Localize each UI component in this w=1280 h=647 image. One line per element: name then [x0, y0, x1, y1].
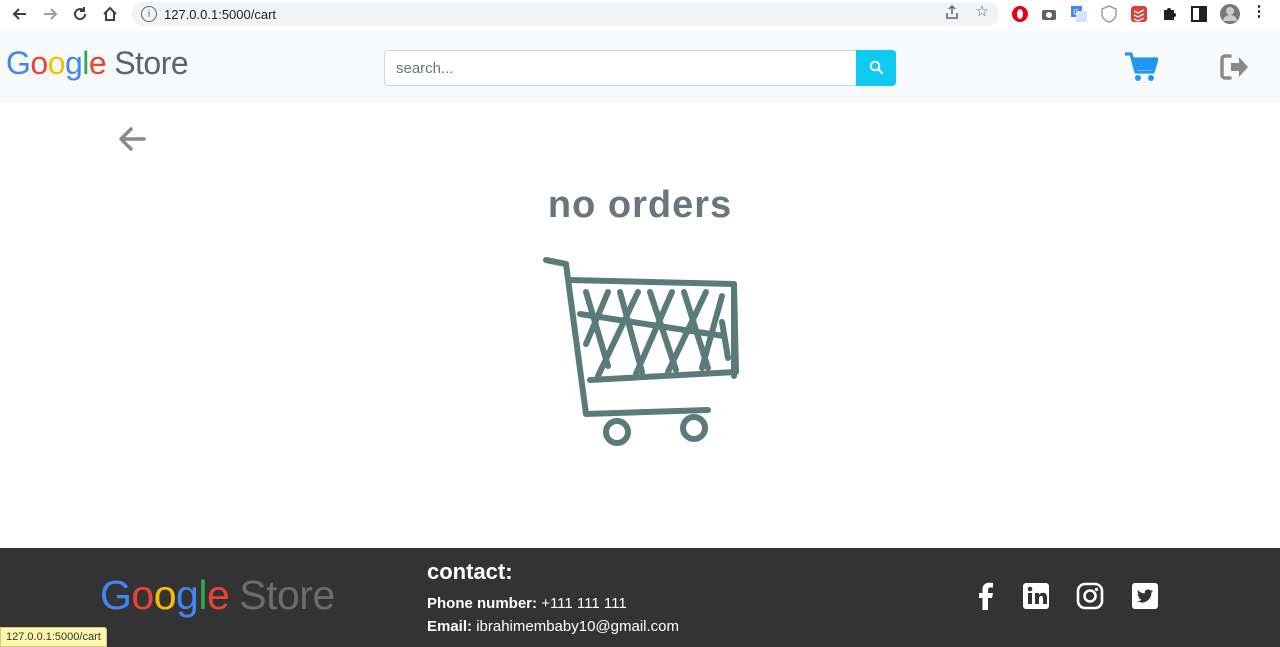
cart-button[interactable]	[1124, 51, 1159, 83]
profile-avatar[interactable]	[1219, 3, 1241, 25]
contact-email: Email: ibrahimembaby10@gmail.com	[427, 618, 679, 635]
info-icon[interactable]: i	[141, 6, 157, 22]
footer-logo-g: G	[100, 572, 132, 618]
logo-g: G	[6, 45, 31, 81]
email-value: ibrahimembaby10@gmail.com	[476, 618, 679, 635]
empty-cart-illustration	[538, 252, 742, 448]
reload-icon[interactable]	[70, 4, 90, 24]
menu-icon[interactable]: ⋮	[1251, 4, 1267, 20]
camera-extension-icon[interactable]	[1040, 5, 1058, 23]
address-bar[interactable]: i 127.0.0.1:5000/cart	[131, 2, 999, 26]
search-form	[384, 50, 896, 86]
linkedin-icon[interactable]	[1022, 582, 1050, 610]
footer-logo-l: l	[198, 572, 207, 618]
footer-logo-e: e	[206, 572, 230, 618]
site-footer: Google Store contact: Phone number: +111 …	[0, 548, 1280, 647]
search-input[interactable]	[384, 50, 857, 86]
contact-heading: contact:	[427, 559, 513, 584]
address-url[interactable]: 127.0.0.1:5000/cart	[164, 7, 276, 22]
footer-logo: Google Store	[100, 572, 335, 619]
forward-icon[interactable]	[40, 4, 60, 24]
site-header: Google Store	[0, 31, 1280, 103]
shield-extension-icon[interactable]	[1100, 5, 1118, 23]
browser-toolbar: i 127.0.0.1:5000/cart ☆ G ⋮	[0, 0, 1280, 28]
logo-store: Store	[114, 45, 189, 81]
google-store-logo[interactable]: Google Store	[6, 45, 189, 82]
translate-extension-icon[interactable]: G	[1070, 5, 1088, 23]
share-icon[interactable]	[944, 4, 960, 20]
logout-button[interactable]	[1218, 51, 1250, 83]
cart-icon	[1124, 52, 1159, 87]
puzzle-extension-icon[interactable]	[1160, 5, 1178, 23]
home-icon[interactable]	[100, 4, 120, 24]
footer-logo-o2: o	[153, 572, 177, 618]
logout-icon	[1218, 54, 1250, 87]
arrow-left-icon	[118, 127, 146, 156]
search-button[interactable]	[856, 50, 896, 86]
phone-label: Phone number:	[427, 595, 538, 612]
side-panel-icon[interactable]	[1190, 5, 1208, 23]
footer-logo-g2: g	[176, 572, 199, 618]
back-icon[interactable]	[10, 4, 30, 24]
logo-l: l	[82, 45, 89, 81]
email-label: Email:	[427, 618, 473, 635]
todoist-extension-icon[interactable]	[1130, 5, 1148, 23]
logo-o1: o	[30, 45, 48, 81]
opera-extension-icon[interactable]	[1011, 5, 1029, 23]
logo-o2: o	[47, 45, 66, 81]
empty-cart-message: no orders	[547, 184, 733, 226]
footer-logo-store: Store	[239, 572, 335, 618]
svg-text:G: G	[1073, 8, 1079, 17]
contact-phone: Phone number: +111 111 111	[427, 595, 627, 612]
logo-e: e	[88, 45, 107, 81]
instagram-icon[interactable]	[1076, 582, 1104, 610]
status-bar-url: 127.0.0.1:5000/cart	[0, 627, 107, 647]
star-icon[interactable]: ☆	[974, 4, 990, 20]
facebook-icon[interactable]	[972, 582, 1000, 610]
footer-logo-o1: o	[131, 572, 154, 618]
search-icon	[869, 60, 884, 77]
twitter-icon[interactable]	[1131, 582, 1159, 610]
back-link[interactable]	[118, 126, 146, 152]
phone-value: +111 111 111	[541, 595, 627, 612]
logo-g2: g	[64, 45, 83, 81]
